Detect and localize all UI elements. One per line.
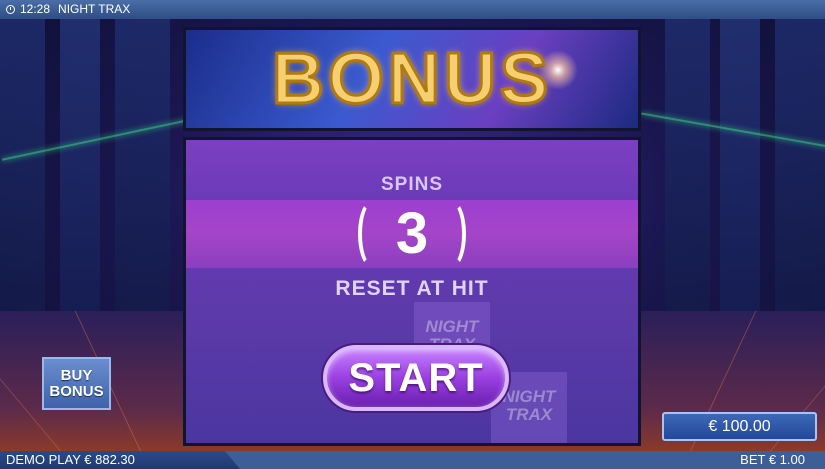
spins-count: 3: [395, 201, 429, 266]
demo-balance: DEMO PLAY € 882.30: [0, 451, 240, 469]
bonus-panel: NIGHT TRAX NIGHT TRAX SPINS 3 RESET AT H…: [183, 137, 641, 446]
buy-bonus-line-2: BONUS: [49, 382, 104, 400]
clock-icon: [6, 5, 15, 14]
building-left-2: [60, 19, 100, 331]
bet-label: BET: [740, 452, 766, 467]
buy-bonus-line-1: BUY: [60, 366, 93, 384]
building-left-3: [115, 19, 170, 331]
bonus-banner: BONUS: [183, 27, 641, 131]
demo-amount: € 882.30: [84, 452, 135, 467]
building-left-1: [0, 19, 45, 331]
balance-button[interactable]: € 100.00: [662, 412, 817, 441]
logo-line-1: NIGHT: [425, 317, 479, 336]
demo-label: DEMO PLAY: [6, 452, 81, 467]
bet-amount: € 1.00: [768, 452, 805, 467]
building-right-1: [775, 19, 825, 331]
start-button[interactable]: START: [323, 345, 509, 411]
buy-bonus-button[interactable]: BUY BONUS: [42, 357, 111, 410]
reset-label: RESET AT HIT: [335, 277, 489, 300]
building-right-3: [665, 19, 710, 331]
clock-time: 12:28: [20, 2, 51, 16]
bonus-title: BONUS: [270, 38, 552, 121]
game-title: NIGHT TRAX: [58, 2, 131, 16]
bet-display: BET € 1.00: [740, 451, 805, 469]
spins-label: SPINS: [380, 174, 444, 195]
building-right-2: [720, 19, 760, 331]
bottom-status-bar: DEMO PLAY € 882.30 BET € 1.00: [0, 451, 825, 469]
logo-line-2: TRAX: [505, 405, 553, 424]
top-status-bar: 12:28 NIGHT TRAX: [0, 0, 825, 20]
